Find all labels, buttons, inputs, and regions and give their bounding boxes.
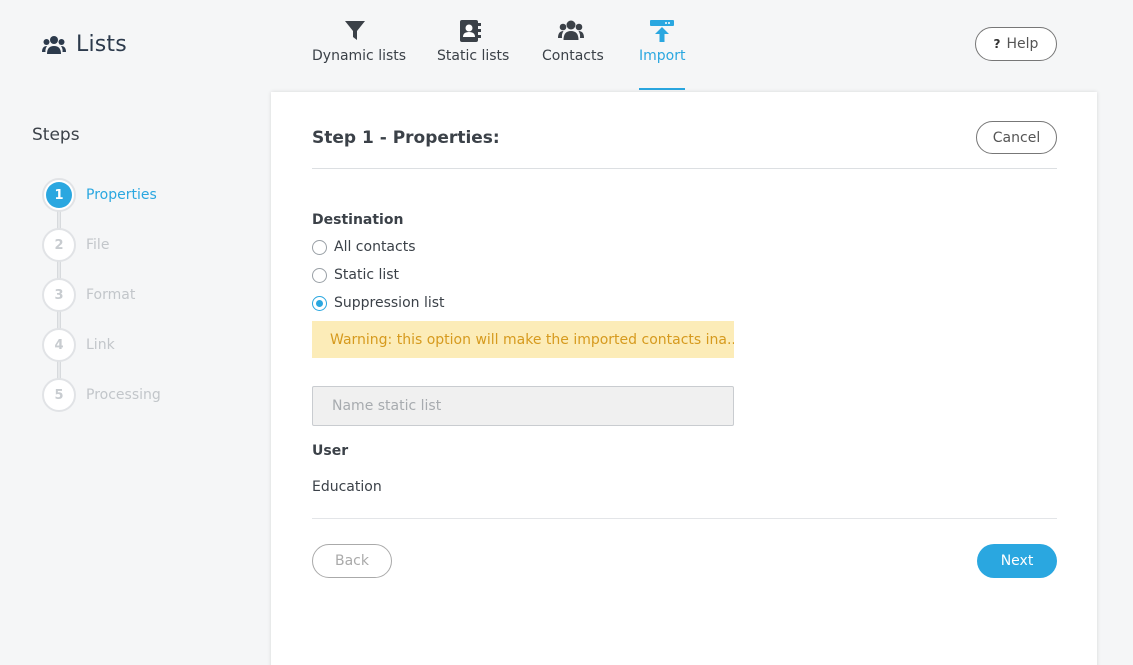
nav-contacts[interactable]: Contacts xyxy=(542,0,604,90)
step-format: 3 Format xyxy=(42,278,135,312)
radio-suppression-list[interactable]: Suppression list xyxy=(312,295,445,311)
panel-title: Step 1 - Properties: xyxy=(312,128,500,148)
import-panel: Step 1 - Properties: Cancel Destination … xyxy=(271,92,1097,665)
step-file: 2 File xyxy=(42,228,109,262)
active-tab-indicator xyxy=(639,88,685,90)
step-indicator: 3 xyxy=(42,278,76,312)
warning-banner: Warning: this option will make the impor… xyxy=(312,321,734,358)
steps-title: Steps xyxy=(32,125,80,145)
radio-all-contacts[interactable]: All contacts xyxy=(312,239,416,255)
nav-label: Import xyxy=(639,48,686,64)
help-button[interactable]: ? Help xyxy=(975,27,1057,61)
step-processing: 5 Processing xyxy=(42,378,161,412)
nav-label: Static lists xyxy=(437,48,510,64)
step-link: 4 Link xyxy=(42,328,115,362)
cancel-button[interactable]: Cancel xyxy=(976,121,1057,154)
radio-label: All contacts xyxy=(334,239,416,255)
user-label: User xyxy=(312,443,349,459)
app-title-text: Lists xyxy=(76,32,127,57)
nav-dynamic-lists[interactable]: Dynamic lists xyxy=(312,0,407,90)
step-label: Processing xyxy=(86,387,161,403)
help-label: Help xyxy=(1006,36,1039,52)
upload-icon xyxy=(650,20,674,42)
step-properties: 1 Properties xyxy=(42,178,157,212)
radio-label: Suppression list xyxy=(334,295,445,311)
top-header: Lists Dynamic lists Static lists Contact… xyxy=(0,0,1133,90)
radio-button[interactable] xyxy=(312,239,327,255)
step-indicator: 4 xyxy=(42,328,76,362)
step-indicator: 5 xyxy=(42,378,76,412)
address-book-icon xyxy=(460,20,481,42)
step-label: Properties xyxy=(86,187,157,203)
radio-button[interactable] xyxy=(312,295,327,311)
step-label: File xyxy=(86,237,110,253)
step-label: Format xyxy=(86,287,136,303)
radio-label: Static list xyxy=(334,267,400,283)
user-value: Education xyxy=(312,479,382,495)
question-icon: ? xyxy=(993,37,1001,51)
users-icon xyxy=(558,20,584,40)
name-static-list-input[interactable] xyxy=(312,386,734,426)
nav-label: Contacts xyxy=(542,48,604,64)
back-button[interactable]: Back xyxy=(312,544,392,578)
divider xyxy=(312,168,1057,169)
nav-static-lists[interactable]: Static lists xyxy=(437,0,510,90)
step-label: Link xyxy=(86,337,115,353)
radio-static-list[interactable]: Static list xyxy=(312,267,399,283)
nav-label: Dynamic lists xyxy=(312,48,407,64)
next-button[interactable]: Next xyxy=(977,544,1057,578)
step-indicator: 1 xyxy=(42,178,76,212)
nav-import[interactable]: Import xyxy=(639,0,685,90)
step-indicator: 2 xyxy=(42,228,76,262)
users-icon xyxy=(42,35,66,54)
divider xyxy=(312,518,1057,519)
app-title: Lists xyxy=(42,32,127,57)
destination-label: Destination xyxy=(312,212,404,228)
radio-button[interactable] xyxy=(312,267,327,283)
filter-icon xyxy=(345,21,365,40)
